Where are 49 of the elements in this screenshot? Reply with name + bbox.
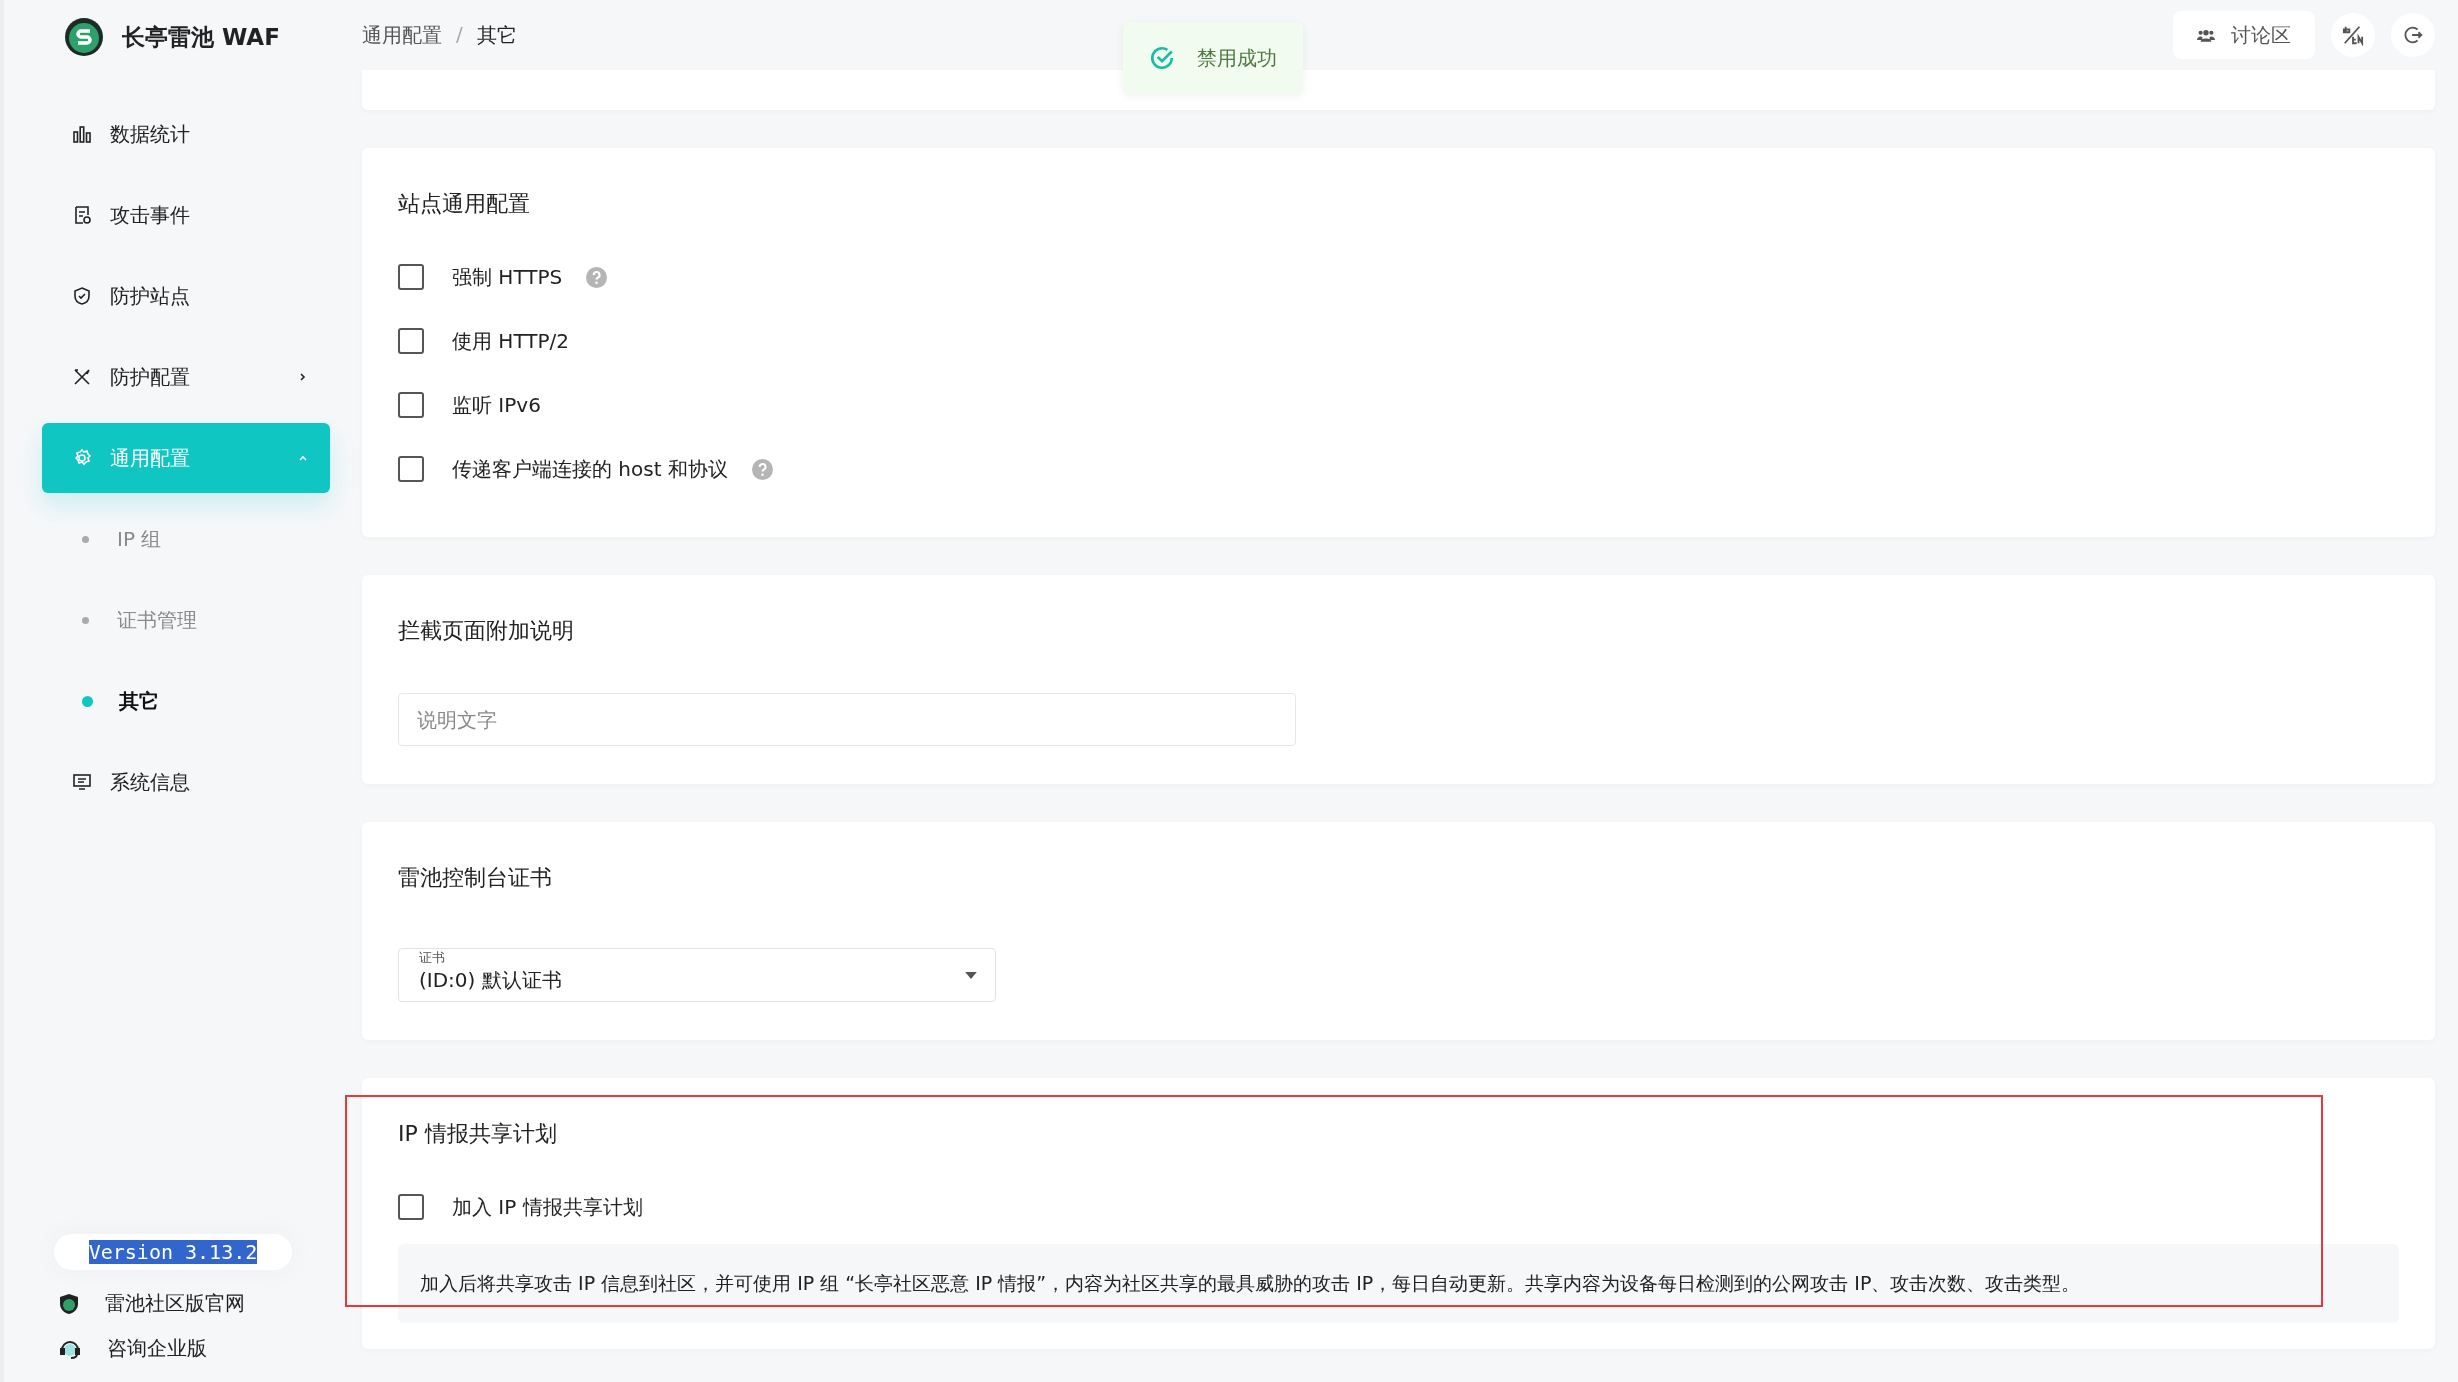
language-button[interactable] (2331, 13, 2375, 57)
chevron-icon (298, 372, 308, 382)
checkbox-label[interactable]: 加入 IP 情报共享计划 (452, 1194, 643, 1220)
field-label: 证书 (417, 950, 447, 965)
logout-icon (2402, 24, 2424, 46)
check-circle-icon (1149, 45, 1175, 71)
info-note: 加入后将共享攻击 IP 信息到社区，并可使用 IP 组 “长亭社区恶意 IP 情报”，内容为社区共享的最具威胁的攻击 IP，每日自动更新。共享内容为设备每日检测到的公网攻击 IP、攻击次数、攻击类型。 (398, 1244, 2399, 1323)
nav-item[interactable]: 防护站点 (42, 261, 330, 331)
checkbox-label[interactable]: 使用 HTTP/2 (452, 328, 569, 354)
shield-icon (72, 286, 92, 306)
language-icon (2342, 24, 2364, 46)
chevron-icon (298, 453, 308, 463)
breadcrumb-item[interactable]: 通用配置 (362, 21, 442, 49)
submenu-item[interactable]: 其它 (42, 666, 330, 736)
version-badge: Version 3.13.2 (54, 1234, 292, 1270)
forum-button[interactable]: 讨论区 (2173, 11, 2315, 59)
section-title: 拦截页面附加说明 (398, 617, 575, 645)
checkbox[interactable] (398, 392, 424, 418)
breadcrumb-separator: / (456, 21, 463, 48)
checkbox-label[interactable]: 监听 IPv6 (452, 392, 541, 418)
nav-item[interactable]: 系统信息 (42, 747, 330, 817)
certificate-select[interactable]: 证书 (ID:0) 默认证书 (398, 948, 996, 1002)
shield-icon (59, 1292, 79, 1315)
monitor-icon (72, 772, 92, 792)
section-title: 站点通用配置 (398, 190, 531, 218)
checkbox[interactable] (398, 328, 424, 354)
nav-item[interactable]: 数据统计 (42, 99, 330, 169)
checkbox-label[interactable]: 强制 HTTPS (452, 264, 563, 290)
checkbox[interactable] (398, 456, 424, 482)
text-field[interactable]: 说明文字 (398, 693, 1296, 746)
sidebar-link[interactable]: 雷池社区版官网 (105, 1290, 245, 1317)
section-title: 雷池控制台证书 (398, 864, 553, 892)
nav-item[interactable]: 防护配置 (42, 342, 330, 412)
group-icon (2197, 27, 2215, 43)
dropdown-icon (965, 971, 977, 979)
sidebar-link[interactable]: 咨询企业版 (107, 1335, 207, 1362)
gear-icon (72, 448, 92, 468)
app-title: 长亭雷池 WAF (122, 22, 280, 52)
checkbox[interactable] (398, 1194, 424, 1220)
chart-icon (72, 124, 92, 144)
section-title: IP 情报共享计划 (398, 1120, 558, 1148)
logout-button[interactable] (2391, 13, 2435, 57)
nav-item[interactable]: 攻击事件 (42, 180, 330, 250)
document-icon (72, 205, 92, 225)
breadcrumb-item: 其它 (476, 21, 517, 49)
logo-icon (64, 17, 104, 57)
success-toast: 禁用成功 (1123, 22, 1303, 94)
checkbox[interactable] (398, 264, 424, 290)
checkbox-label[interactable]: 传递客户端连接的 host 和协议 (452, 456, 728, 482)
